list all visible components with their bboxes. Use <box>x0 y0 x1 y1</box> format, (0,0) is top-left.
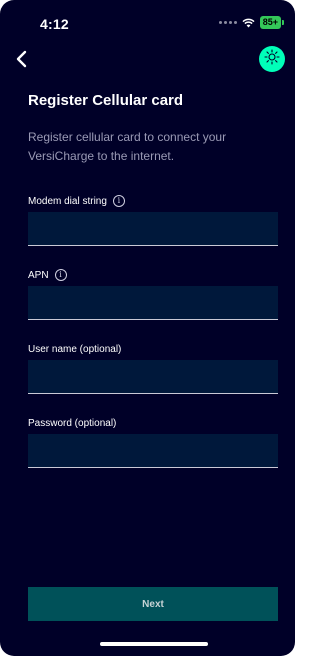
battery-indicator: 85+ <box>259 16 285 29</box>
modem-dial-string-label-text: Modem dial string <box>28 195 107 207</box>
wifi-icon <box>242 18 255 28</box>
apn-label: APN i <box>28 269 67 281</box>
user-name-label-text: User name (optional) <box>28 344 122 355</box>
theme-toggle-button[interactable] <box>259 46 285 72</box>
status-time: 4:12 <box>40 16 69 32</box>
info-icon[interactable]: i <box>54 269 67 281</box>
password-label: Password (optional) <box>28 418 116 429</box>
next-button[interactable]: Next <box>28 587 278 621</box>
cellular-signal-icon <box>218 21 237 24</box>
info-icon[interactable]: i <box>112 195 125 207</box>
page-title: Register Cellular card <box>28 92 184 109</box>
sun-icon <box>264 48 280 70</box>
page-description: Register cellular card to connect your V… <box>28 130 227 163</box>
back-button[interactable] <box>12 48 34 70</box>
apn-input[interactable] <box>28 286 278 320</box>
user-name-label: User name (optional) <box>28 344 121 355</box>
home-indicator[interactable] <box>100 642 208 646</box>
screen: 4:12 85+ Register Cellular card Register… <box>0 0 295 656</box>
password-input[interactable] <box>28 434 278 468</box>
status-bar: 4:12 85+ <box>0 0 295 42</box>
password-label-text: Password (optional) <box>28 418 117 429</box>
user-name-input[interactable] <box>28 360 278 394</box>
status-icons: 85+ <box>218 16 285 29</box>
modem-dial-string-input[interactable] <box>28 212 278 246</box>
chevron-left-icon <box>12 50 34 74</box>
apn-label-text: APN <box>28 269 49 281</box>
modem-dial-string-label: Modem dial string i <box>28 195 125 207</box>
